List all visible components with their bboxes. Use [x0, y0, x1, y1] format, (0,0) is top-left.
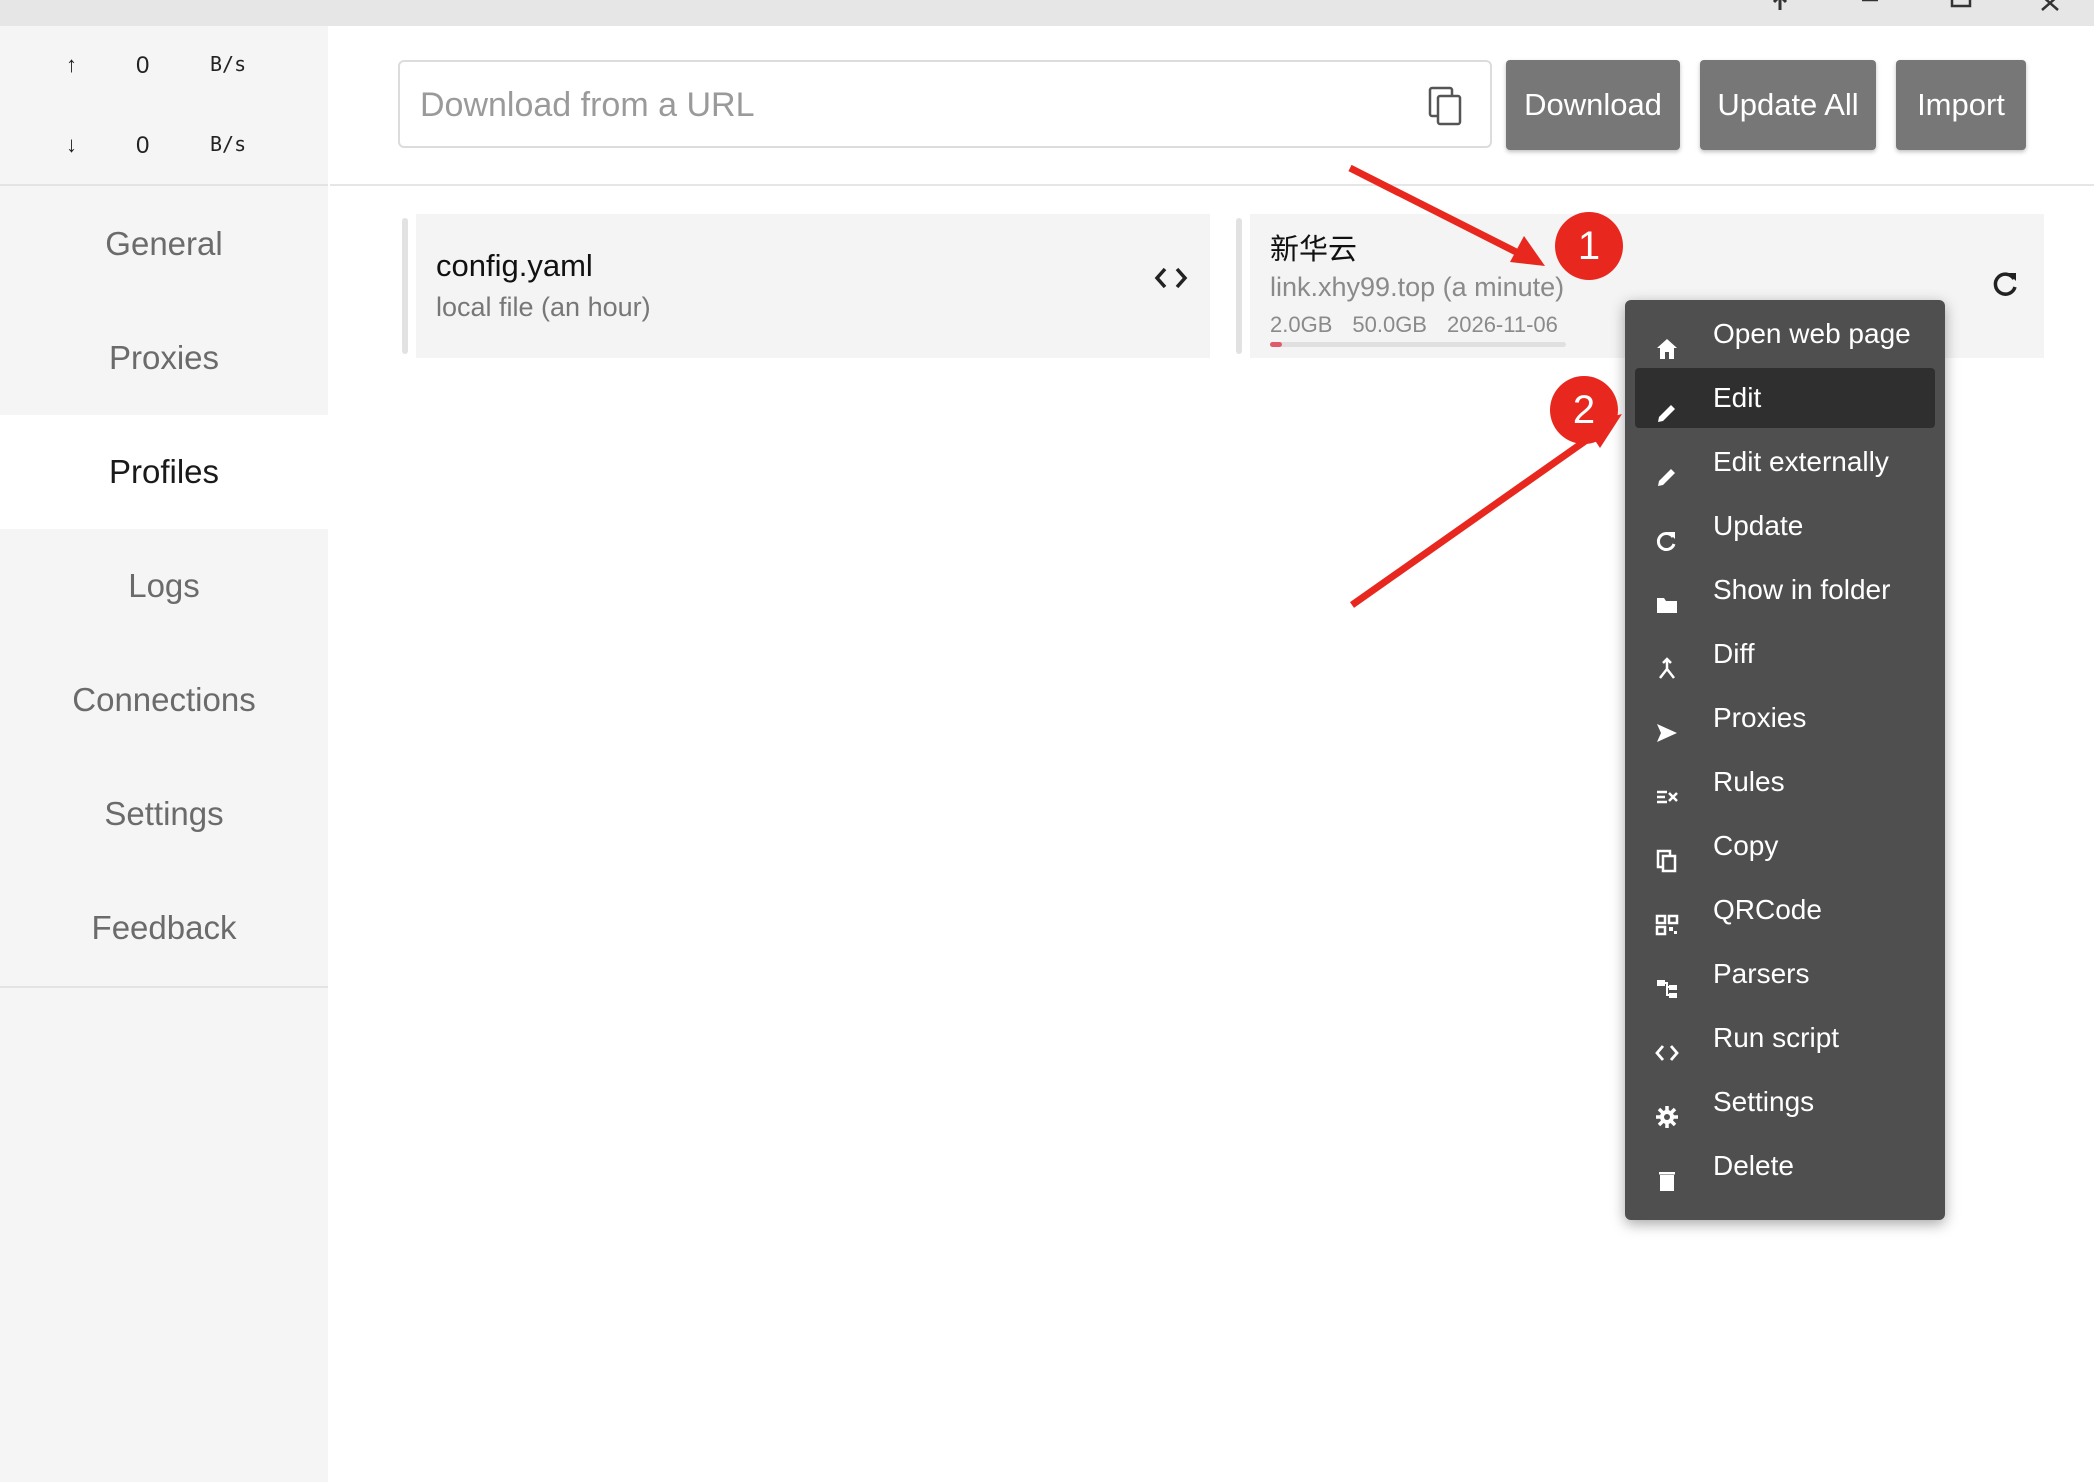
sidebar: ↑ 0 B/s ↓ 0 B/s General Proxies Profiles…	[0, 26, 328, 1482]
download-button[interactable]: Download	[1506, 60, 1680, 150]
import-button[interactable]: Import	[1896, 60, 2026, 150]
upload-value: 0	[136, 52, 150, 79]
menu-item-show-in-folder[interactable]: Show in folder	[1635, 560, 1935, 620]
menu-item-label: Proxies	[1713, 702, 1807, 733]
menu-item-qrcode[interactable]: QRCode	[1635, 880, 1935, 940]
pencil-icon	[1655, 386, 1679, 422]
card-indicator	[1236, 218, 1242, 354]
menu-item-label: Settings	[1713, 1086, 1815, 1117]
card-indicator	[402, 218, 408, 354]
menu-item-label: Show in folder	[1713, 574, 1891, 605]
upload-arrow-icon: ↑	[66, 52, 77, 77]
menu-item-label: Update	[1713, 510, 1804, 541]
parser-icon	[1655, 962, 1679, 998]
rules-icon	[1655, 770, 1679, 804]
menu-item-label: Diff	[1713, 638, 1755, 669]
menu-item-update[interactable]: Update	[1635, 496, 1935, 556]
annotation-badge-1: 1	[1555, 212, 1623, 280]
close-icon[interactable]	[2040, 0, 2060, 20]
url-input[interactable]	[418, 62, 1402, 148]
profile-context-menu: Open web page Edit Edit externally Update Sh…	[1625, 300, 1945, 1220]
sidebar-item-proxies[interactable]: Proxies	[0, 301, 328, 415]
menu-item-parsers[interactable]: Parsers	[1635, 944, 1935, 1004]
code-icon[interactable]	[1154, 264, 1188, 298]
profile-title: config.yaml	[436, 248, 593, 283]
menu-item-run-script[interactable]: Run script	[1635, 1008, 1935, 1068]
pencil-icon	[1655, 450, 1679, 486]
title-bar	[0, 0, 2094, 26]
menu-item-edit-externally[interactable]: Edit externally	[1635, 432, 1935, 492]
menu-item-label: Edit	[1713, 382, 1762, 413]
diff-icon	[1655, 642, 1679, 679]
menu-item-proxies[interactable]: Proxies	[1635, 688, 1935, 748]
menu-item-label: Parsers	[1713, 958, 1810, 989]
profile-subtitle: local file (an hour)	[436, 292, 651, 322]
sidebar-item-connections[interactable]: Connections	[0, 643, 328, 757]
code-icon	[1655, 1026, 1679, 1061]
gear-icon	[1655, 1090, 1679, 1128]
home-icon	[1655, 322, 1679, 359]
menu-item-label: Rules	[1713, 766, 1785, 797]
profile-stats: 2.0GB 50.0GB 2026-11-06	[1270, 312, 1578, 338]
upload-unit: B/s	[210, 52, 247, 76]
trash-icon	[1655, 1154, 1679, 1191]
sidebar-item-general[interactable]: General	[0, 187, 328, 301]
profiles-toolbar: Download Update All Import	[330, 26, 2094, 186]
usage-progress	[1270, 342, 1566, 347]
annotation-badge-2: 2	[1550, 376, 1618, 444]
profile-title: 新华云	[1270, 232, 1358, 266]
url-field	[398, 60, 1492, 148]
sidebar-item-profiles[interactable]: Profiles	[0, 415, 328, 529]
download-speed: ↓ 0 B/s	[0, 132, 328, 172]
menu-item-diff[interactable]: Diff	[1635, 624, 1935, 684]
menu-item-label: Run script	[1713, 1022, 1840, 1053]
update-all-button[interactable]: Update All	[1700, 60, 1876, 150]
menu-item-label: Open web page	[1713, 318, 1911, 349]
refresh-icon	[1655, 514, 1679, 551]
sidebar-item-settings[interactable]: Settings	[0, 757, 328, 871]
menu-item-copy[interactable]: Copy	[1635, 816, 1935, 876]
menu-item-label: Copy	[1713, 830, 1779, 861]
sidebar-item-feedback[interactable]: Feedback	[0, 871, 328, 985]
profile-card-config[interactable]: config.yaml local file (an hour)	[402, 214, 1210, 358]
used-traffic: 2.0GB	[1270, 312, 1333, 337]
annotation-arrow-2	[1349, 429, 1601, 608]
expire-date: 2026-11-06	[1446, 312, 1558, 337]
menu-item-rules[interactable]: Rules	[1635, 752, 1935, 812]
minimize-icon[interactable]	[1860, 0, 1880, 20]
pin-icon[interactable]	[1770, 0, 1790, 20]
menu-item-settings[interactable]: Settings	[1635, 1072, 1935, 1132]
qrcode-icon	[1655, 898, 1679, 936]
menu-item-open-web-page[interactable]: Open web page	[1635, 304, 1935, 364]
sidebar-item-logs[interactable]: Logs	[0, 529, 328, 643]
menu-item-label: Delete	[1713, 1150, 1794, 1181]
download-arrow-icon: ↓	[66, 132, 77, 157]
send-icon	[1655, 706, 1679, 742]
refresh-icon[interactable]	[1992, 270, 2020, 303]
folder-icon	[1655, 578, 1679, 613]
menu-item-delete[interactable]: Delete	[1635, 1136, 1935, 1196]
download-unit: B/s	[210, 132, 247, 156]
maximize-icon[interactable]	[1950, 0, 1972, 20]
upload-speed: ↑ 0 B/s	[0, 52, 328, 92]
menu-item-edit[interactable]: Edit	[1635, 368, 1935, 428]
paste-icon[interactable]	[1428, 86, 1464, 126]
copy-icon	[1655, 834, 1679, 873]
menu-item-label: QRCode	[1713, 894, 1822, 925]
profile-subtitle: link.xhy99.top (a minute)	[1270, 272, 1565, 302]
download-value: 0	[136, 132, 150, 159]
sidebar-divider	[0, 986, 328, 988]
menu-item-label: Edit externally	[1713, 446, 1889, 477]
total-traffic: 50.0GB	[1352, 312, 1427, 337]
traffic-panel: ↑ 0 B/s ↓ 0 B/s	[0, 26, 328, 186]
usage-progress-fill	[1270, 342, 1282, 347]
